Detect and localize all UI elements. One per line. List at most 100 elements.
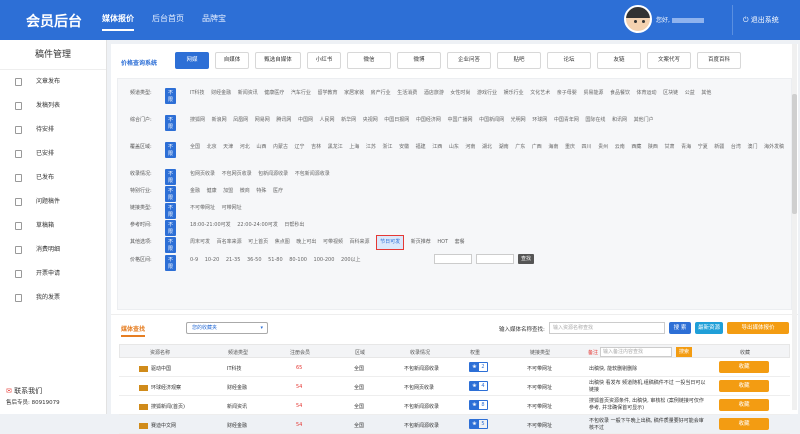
tab-self-media[interactable]: 自媒体 (215, 52, 249, 69)
search-label: 输入媒体名称查找: (499, 327, 545, 333)
tab-web-media[interactable]: 网媒 (175, 52, 209, 69)
file-icon (15, 150, 22, 158)
media-logo-icon (139, 365, 148, 372)
weight-badge: ❀ 2 (469, 362, 488, 372)
paw-icon: ❀ (470, 382, 479, 391)
favorites-select[interactable]: 您的收藏夹 ▾ (186, 322, 268, 334)
scrollbar[interactable] (792, 44, 797, 410)
warning-doc-icon (15, 198, 22, 206)
sidebar-item-problem[interactable]: 问题稿件 (0, 190, 106, 214)
sidebar: 稿件管理 文章发布 发稿列表 待安排 已安排 已发布 问题稿件 草稿箱 消费明细… (0, 40, 107, 414)
tab-weibo[interactable]: 微博 (397, 52, 441, 69)
filter-tag-all[interactable]: 不限 (165, 115, 177, 131)
price-max-input[interactable] (476, 254, 514, 264)
price-find-button[interactable]: 查找 (518, 254, 534, 264)
media-name[interactable]: 搜狐新闻(首页) (139, 403, 185, 410)
table-header: 资源名称 频道类型 注册会员 区域 收录情况 权重 链接类型 备注 输入备注内容… (119, 344, 790, 358)
draft-icon (15, 222, 22, 230)
media-name[interactable]: 驱动中国 (139, 365, 171, 372)
tab-friend-link[interactable]: 友链 (597, 52, 641, 69)
chevron-down-icon: ▾ (260, 325, 263, 331)
signal-icon (15, 126, 22, 134)
filter-tag-all[interactable]: 不限 (165, 237, 177, 253)
contact-title: 联系我们 (14, 387, 43, 395)
filter-tag-all[interactable]: 不限 (165, 255, 177, 271)
latest-button[interactable]: 最新资源 (695, 322, 723, 334)
sidebar-item-spending[interactable]: 消费明细 (0, 238, 106, 262)
paw-icon: ❀ (470, 401, 479, 410)
paw-icon: ❀ (470, 363, 479, 372)
table-row: 环球经济观察 财经金融 54 全国 不包网页收录 ❀ 4 不可带网址 出稿快 看发… (119, 377, 790, 396)
table-row: 赛迪中文网 财经金融 54 全国 不包新闻源收录 ❀ 5 不可带网址 不包收录 一… (119, 415, 790, 434)
tab-baike[interactable]: 百度百科 (697, 52, 741, 69)
contact-block: ✉ 联系我们 售后专员: 80919079 (6, 385, 60, 409)
tab-selected-self-media[interactable]: 甄选自媒体 (255, 52, 301, 69)
favorite-button[interactable]: 收藏 (719, 380, 769, 392)
sidebar-item-published[interactable]: 已发布 (0, 166, 106, 190)
note-search-button[interactable]: 搜索 (676, 347, 692, 357)
media-table: 资源名称 频道类型 注册会员 区域 收录情况 权重 链接类型 备注 输入备注内容… (119, 344, 790, 434)
nav-brand[interactable]: 品牌宝 (202, 13, 226, 24)
filter-tag-all[interactable]: 不限 (165, 186, 177, 202)
logout-button[interactable]: ⏻ 退出系统 (732, 5, 800, 35)
filter-tag-all[interactable]: 不限 (165, 88, 177, 104)
media-name[interactable]: 环球经济观察 (139, 384, 181, 391)
table-row: 驱动中国 IT科技 65 全国 不包新闻源收录 ❀ 2 不可带网址 出稿快, 能软… (119, 358, 790, 377)
brand-title: 会员后台 (26, 14, 82, 30)
media-search-tab[interactable]: 媒体查找 (121, 324, 146, 337)
tab-wechat[interactable]: 微信 (347, 52, 391, 69)
document-icon (15, 78, 22, 86)
tab-copywriting[interactable]: 文案代写 (647, 52, 691, 69)
greeting: 您好, (656, 15, 704, 24)
media-logo-icon (139, 403, 148, 410)
ledger-icon (15, 246, 22, 254)
filter-tag-all[interactable]: 不限 (165, 203, 177, 219)
filter-panel: 频道类型: 不限 IT科技 财经金融 新闻资讯 健康医疗 汽车行业 留学教育 家… (117, 78, 792, 310)
tab-xiaohongshu[interactable]: 小红书 (307, 52, 341, 69)
holiday-option[interactable]: 节日可发 (376, 235, 405, 250)
search-input[interactable]: 输入资源名称查找 (549, 322, 665, 334)
tab-forum[interactable]: 论坛 (547, 52, 591, 69)
sidebar-item-invoice-apply[interactable]: 开票申请 (0, 262, 106, 286)
tab-tieba[interactable]: 贴吧 (497, 52, 541, 69)
filter-tag-all[interactable]: 不限 (165, 169, 177, 185)
weight-badge: ❀ 8 (469, 400, 488, 410)
media-name[interactable]: 赛迪中文网 (139, 422, 176, 429)
filter-tag-all[interactable]: 不限 (165, 142, 177, 158)
nav-media-price[interactable]: 媒体报价 (102, 13, 134, 31)
main-panel: 价格查询系统 网媒 自媒体 甄选自媒体 小红书 微信 微博 企业问答 贴吧 论坛… (111, 44, 798, 434)
media-tabs: 价格查询系统 网媒 自媒体 甄选自媒体 小红书 微信 微博 企业问答 贴吧 论坛… (117, 48, 792, 74)
avatar[interactable] (624, 5, 652, 33)
support-phone: 售后专员: 80919079 (6, 400, 60, 406)
paw-icon: ❀ (470, 420, 479, 429)
note-search-input[interactable]: 输入备注内容查找 (600, 347, 672, 357)
invoice-icon (15, 270, 22, 278)
favorite-button[interactable]: 收藏 (719, 361, 769, 373)
tab-qa[interactable]: 企业问答 (447, 52, 491, 69)
price-system-label: 价格查询系统 (121, 60, 158, 67)
sidebar-item-list[interactable]: 发稿列表 (0, 94, 106, 118)
favorite-button[interactable]: 收藏 (719, 399, 769, 411)
weight-badge: ❀ 4 (469, 381, 488, 391)
sidebar-item-my-invoices[interactable]: 我的发票 (0, 286, 106, 310)
media-logo-icon (139, 422, 148, 429)
nav-home[interactable]: 后台首页 (152, 13, 184, 24)
sidebar-title: 稿件管理 (0, 40, 106, 70)
price-min-input[interactable] (434, 254, 472, 264)
search-button[interactable]: 搜 索 (669, 322, 691, 334)
table-row: 搜狐新闻(首页) 新闻资讯 54 全国 不包新闻源收录 ❀ 8 不可带网址 搜狐首… (119, 396, 790, 415)
file-icon (15, 174, 22, 182)
invoice-icon (15, 294, 22, 302)
scrollbar-thumb[interactable] (792, 94, 797, 214)
power-icon: ⏻ (743, 16, 751, 24)
sidebar-item-pending[interactable]: 待安排 (0, 118, 106, 142)
mail-icon: ✉ (6, 387, 15, 395)
sidebar-item-arranged[interactable]: 已安排 (0, 142, 106, 166)
sidebar-item-publish[interactable]: 文章发布 (0, 70, 106, 94)
list-icon (15, 102, 22, 110)
filter-tag-all[interactable]: 不限 (165, 220, 177, 236)
export-button[interactable]: 导出媒体报价 (727, 322, 789, 334)
favorite-button[interactable]: 收藏 (719, 418, 769, 430)
sidebar-item-drafts[interactable]: 草稿箱 (0, 214, 106, 238)
top-bar: 会员后台 媒体报价 后台首页 品牌宝 您好, ⏻ 退出系统 (0, 0, 800, 40)
